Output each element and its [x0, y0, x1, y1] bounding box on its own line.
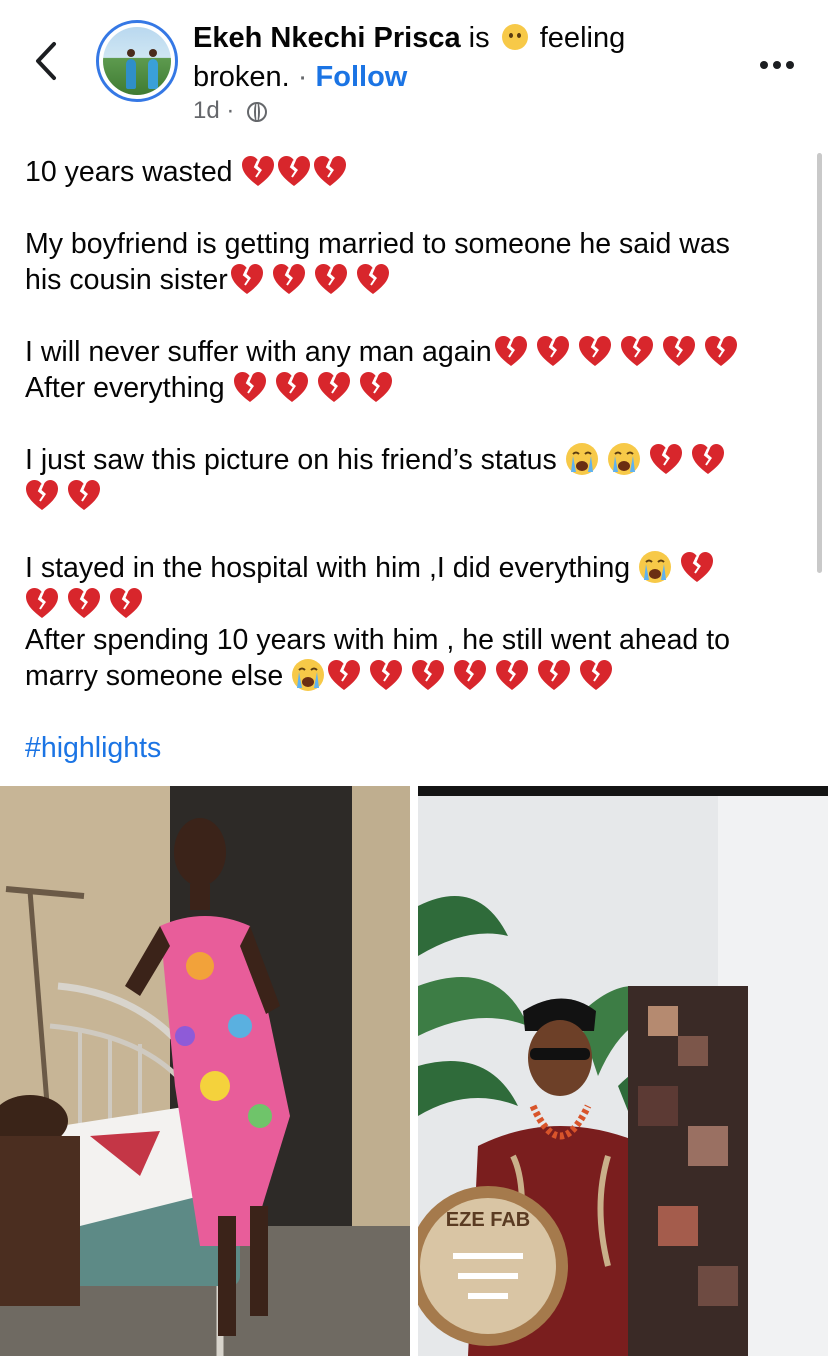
- photo-ceremony-illustration: EZE FAB: [418, 786, 828, 1356]
- broken-heart-icon: [579, 659, 613, 691]
- feeling-label: feeling: [539, 22, 626, 54]
- post-text: his cousin sister: [25, 264, 228, 296]
- broken-heart-icon: [649, 443, 683, 475]
- post-header: Ekeh Nkechi Prisca is feeling broken. · …: [0, 0, 828, 140]
- broken-heart-icon: [359, 371, 393, 403]
- broken-heart-icon: [411, 659, 445, 691]
- status-verb: is: [468, 22, 490, 54]
- post-text: I just saw this picture on his friend’s …: [25, 444, 557, 476]
- post-time[interactable]: 1d: [193, 97, 220, 124]
- post-paragraph-5: I stayed in the hospital with him ,I did…: [25, 550, 805, 694]
- post-meta: 1d ·: [193, 96, 268, 126]
- broken-heart-icon: [578, 335, 612, 367]
- crying-face-icon: [607, 442, 641, 476]
- meta-separator: ·: [226, 97, 235, 124]
- broken-heart-icon: [67, 587, 101, 619]
- post-paragraph-1: 10 years wasted: [25, 154, 805, 190]
- scrollbar[interactable]: [817, 153, 822, 573]
- post-text: I stayed in the hospital with him ,I did…: [25, 552, 631, 584]
- broken-heart-icon: [314, 263, 348, 295]
- photo-ceremony[interactable]: EZE FAB: [418, 786, 828, 1356]
- broken-heart-icon: [317, 371, 351, 403]
- feeling-value: broken.: [193, 61, 290, 93]
- broken-heart-icon: [662, 335, 696, 367]
- crying-face-icon: [638, 550, 672, 584]
- globe-icon: [247, 102, 268, 122]
- broken-heart-icon: [620, 335, 654, 367]
- author-line: Ekeh Nkechi Prisca is feeling: [193, 18, 625, 58]
- photo-hospital[interactable]: [0, 786, 410, 1356]
- broken-heart-icon: [67, 479, 101, 511]
- broken-heart-icon: [275, 371, 309, 403]
- broken-heart-icon: [680, 551, 714, 583]
- broken-heart-icon: [25, 479, 59, 511]
- post-paragraph-4: I just saw this picture on his friend’s …: [25, 442, 805, 514]
- post-text: I will never suffer with any man again: [25, 336, 492, 368]
- post-body: 10 years wasted My boyfriend is getting …: [25, 154, 805, 802]
- photo-hospital-illustration: [0, 786, 410, 1356]
- avatar[interactable]: [96, 20, 178, 102]
- crying-face-icon: [565, 442, 599, 476]
- hashtag-link[interactable]: #highlights: [25, 730, 805, 766]
- broken-heart-icon: [691, 443, 725, 475]
- broken-heart-icon: [453, 659, 487, 691]
- broken-heart-icon: [272, 263, 306, 295]
- fan-logo-text: EZE FAB: [446, 1209, 530, 1231]
- broken-heart-icon: [369, 659, 403, 691]
- post-text: 10 years wasted: [25, 156, 233, 188]
- follow-button[interactable]: Follow: [316, 61, 408, 93]
- post-text: After spending 10 years with him , he st…: [25, 624, 730, 656]
- broken-heart-icon: [495, 659, 529, 691]
- post-text: After everything: [25, 372, 225, 404]
- broken-heart-icon: [537, 659, 571, 691]
- broken-heart-icon: [313, 155, 347, 187]
- broken-heart-icon: [25, 587, 59, 619]
- more-options-icon[interactable]: [760, 56, 800, 69]
- separator: ·: [297, 61, 308, 93]
- post-paragraph-2: My boyfriend is getting married to someo…: [25, 226, 805, 298]
- broken-heart-icon: [536, 335, 570, 367]
- photo-grid: EZE FAB: [0, 786, 828, 1356]
- post-text: marry someone else: [25, 660, 284, 692]
- post-paragraph-3: I will never suffer with any man again A…: [25, 334, 805, 406]
- broken-heart-icon: [494, 335, 528, 367]
- post-text: My boyfriend is getting married to someo…: [25, 228, 730, 260]
- broken-heart-icon: [327, 659, 361, 691]
- broken-heart-icon: [230, 263, 264, 295]
- broken-heart-icon: [356, 263, 390, 295]
- author-name[interactable]: Ekeh Nkechi Prisca: [193, 22, 461, 54]
- feeling-line: broken. · Follow: [193, 57, 407, 97]
- broken-heart-icon: [241, 155, 275, 187]
- crying-face-icon: [291, 658, 325, 692]
- chevron-left-icon[interactable]: [30, 38, 66, 84]
- broken-heart-icon: [233, 371, 267, 403]
- sad-face-icon: [501, 24, 528, 50]
- broken-heart-icon: [109, 587, 143, 619]
- broken-heart-icon: [704, 335, 738, 367]
- broken-heart-icon: [277, 155, 311, 187]
